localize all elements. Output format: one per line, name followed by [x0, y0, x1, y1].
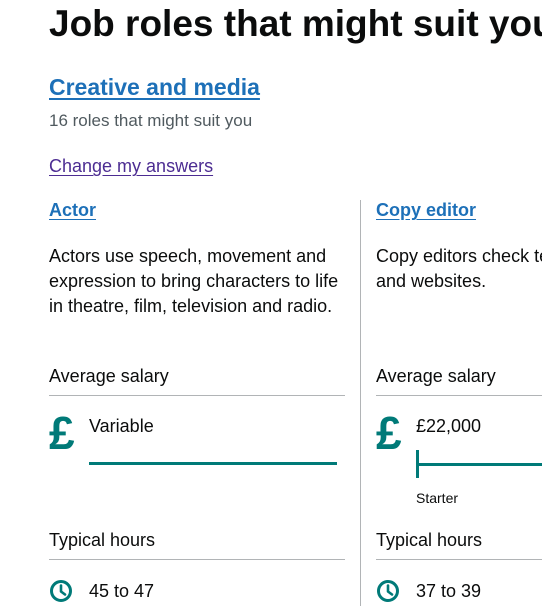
hours-divider: [376, 559, 542, 560]
hours-divider: [49, 559, 345, 560]
salary-divider: [49, 395, 345, 396]
page-title: Job roles that might suit you: [49, 3, 542, 44]
hours-value: 45 to 47: [89, 581, 155, 601]
clock-icon: [50, 580, 72, 602]
salary-level-label: Starter: [416, 490, 459, 506]
clock-icon: [377, 580, 399, 602]
salary-bar: [418, 463, 542, 466]
category-link[interactable]: Creative and media: [49, 72, 260, 102]
salary-bar: [89, 462, 337, 465]
average-salary-label: Average salary: [49, 366, 169, 386]
typical-hours-label: Typical hours: [49, 530, 156, 550]
roles-count: 16 roles that might suit you: [49, 111, 253, 130]
role-description: Actors use speech, movement and expressi…: [49, 246, 339, 316]
column-divider: [360, 200, 361, 606]
typical-hours-label: Typical hours: [376, 530, 483, 550]
change-answers-link[interactable]: Change my answers: [49, 155, 213, 177]
salary-divider: [376, 395, 542, 396]
role-title-link[interactable]: Actor: [49, 199, 96, 221]
salary-value: Variable: [89, 416, 154, 436]
role-description: Copy editors check text published in boo…: [376, 246, 542, 291]
salary-value: £22,000: [416, 416, 482, 436]
role-title-link[interactable]: Copy editor: [376, 199, 476, 221]
hours-value: 37 to 39: [416, 581, 482, 601]
average-salary-label: Average salary: [376, 366, 496, 386]
pound-icon: £: [49, 407, 75, 459]
job-roles-page: Job roles that might suit you Creative a…: [0, 0, 542, 606]
pound-icon: £: [376, 407, 402, 459]
